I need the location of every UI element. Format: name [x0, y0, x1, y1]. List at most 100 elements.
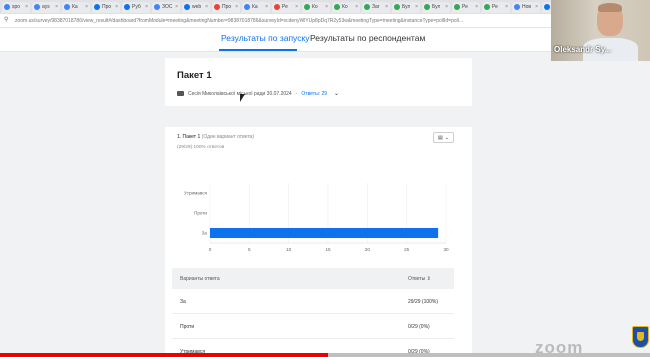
tab-title: Ко	[312, 4, 318, 10]
answers-count[interactable]: Ответы: 29	[301, 91, 327, 97]
page-title: Пакет 1	[177, 70, 212, 81]
close-icon[interactable]: ×	[175, 4, 178, 10]
tab-favicon-icon	[304, 4, 310, 10]
browser-tab[interactable]: spo ×	[2, 1, 30, 13]
question-card: 1. Пакет 1 (Один вариант ответа) (29/29)…	[165, 127, 472, 357]
tab-title: ays	[42, 4, 50, 10]
tab-title: Ре	[282, 4, 288, 10]
close-icon[interactable]: ×	[25, 4, 28, 10]
tab-favicon-icon	[454, 4, 460, 10]
close-icon[interactable]: ×	[535, 4, 538, 10]
participant-video-tile[interactable]: Oleksandr Sy...	[551, 0, 650, 61]
tab-favicon-icon	[94, 4, 100, 10]
browser-tab[interactable]: Ка ×	[242, 1, 270, 13]
tab-title: ЗОС	[162, 4, 173, 10]
close-icon[interactable]: ×	[235, 4, 238, 10]
tab-title: Бул	[432, 4, 441, 10]
x-tick-label: 5	[248, 247, 251, 252]
category-label: За	[202, 231, 208, 236]
close-icon[interactable]: ×	[415, 4, 418, 10]
browser-tab[interactable]: Ко ×	[302, 1, 330, 13]
tab-favicon-icon	[514, 4, 520, 10]
tab-favicon-icon	[214, 4, 220, 10]
browser-tab[interactable]: Бул ×	[392, 1, 420, 13]
browser-tab[interactable]: Нов ×	[512, 1, 540, 13]
browser-tab[interactable]: Ре ×	[482, 1, 510, 13]
category-label: Утримався	[184, 191, 208, 196]
close-icon[interactable]: ×	[295, 4, 298, 10]
browser-tab[interactable]: Руб ×	[122, 1, 150, 13]
session-header-card: Пакет 1 Сесія Миколаївської міської ради…	[165, 58, 472, 106]
browser-tab[interactable]: Про ×	[92, 1, 120, 13]
close-icon[interactable]: ×	[85, 4, 88, 10]
tab-results-by-respondent[interactable]: Результаты по респондентам	[310, 33, 425, 43]
tab-title: Про	[102, 4, 112, 10]
close-icon[interactable]: ×	[445, 4, 448, 10]
browser-tab[interactable]: Про ×	[212, 1, 240, 13]
browser-tab[interactable]: Ре ×	[452, 1, 480, 13]
tab-title: Нов	[522, 4, 532, 10]
tab-favicon-icon	[274, 4, 280, 10]
x-tick-label: 0	[209, 247, 212, 252]
browser-tab[interactable]: web ×	[182, 1, 210, 13]
table-row: Проти 0/29 (0%)	[172, 314, 454, 339]
browser-tab[interactable]: Ко ×	[332, 1, 360, 13]
tab-favicon-icon	[184, 4, 190, 10]
tab-title: Руб	[132, 4, 141, 10]
close-icon[interactable]: ×	[55, 4, 58, 10]
session-meta: Сесія Миколаївської міської ради 30.07.2…	[177, 90, 339, 97]
x-tick-label: 25	[404, 247, 410, 252]
browser-tab[interactable]: ЗОС ×	[152, 1, 180, 13]
tab-title: spo	[12, 4, 21, 10]
tab-favicon-icon	[4, 4, 10, 10]
close-icon[interactable]: ×	[325, 4, 328, 10]
close-icon[interactable]: ×	[205, 4, 208, 10]
tab-favicon-icon	[244, 4, 250, 10]
video-camera-icon	[177, 91, 184, 96]
row-option: За	[180, 299, 186, 305]
column-header-option: Варианты ответа	[180, 276, 220, 282]
browser-tab[interactable]: Заг ×	[362, 1, 390, 13]
tab-title: Про	[222, 4, 232, 10]
tab-title: Ре	[492, 4, 498, 10]
row-option: Проти	[180, 324, 195, 330]
x-tick-label: 20	[365, 247, 371, 252]
close-icon[interactable]: ×	[475, 4, 478, 10]
row-answers: 0/29 (0%)	[408, 324, 430, 330]
tab-favicon-icon	[484, 4, 490, 10]
table-row: За 29/29 (100%)	[172, 289, 454, 314]
tab-favicon-icon	[154, 4, 160, 10]
tab-title: Ка	[72, 4, 78, 10]
results-table-header: Варианты ответа Ответы ⇕	[172, 268, 454, 289]
tab-favicon-icon	[394, 4, 400, 10]
close-icon[interactable]: ×	[115, 4, 118, 10]
close-icon[interactable]: ×	[505, 4, 508, 10]
close-icon[interactable]: ×	[355, 4, 358, 10]
browser-tab[interactable]: Бул ×	[422, 1, 450, 13]
tab-favicon-icon	[334, 4, 340, 10]
category-label: Проти	[194, 211, 207, 216]
site-info-icon[interactable]: ⚲	[4, 17, 11, 24]
x-tick-label: 15	[325, 247, 331, 252]
chevron-down-icon[interactable]: ⌄	[334, 90, 339, 97]
survey-results-page: Результаты по запуску Результаты по респ…	[0, 28, 650, 357]
tab-title: Ка	[252, 4, 258, 10]
tab-results-by-session[interactable]: Результаты по запуску	[221, 33, 310, 43]
tab-favicon-icon	[34, 4, 40, 10]
browser-tab[interactable]: Ка ×	[62, 1, 90, 13]
tab-favicon-icon	[364, 4, 370, 10]
tab-favicon-icon	[64, 4, 70, 10]
browser-tab[interactable]: Ре ×	[272, 1, 300, 13]
playback-progress-fill[interactable]	[0, 353, 329, 357]
close-icon[interactable]: ×	[145, 4, 148, 10]
close-icon[interactable]: ×	[265, 4, 268, 10]
column-header-answers[interactable]: Ответы ⇕	[408, 276, 431, 282]
tab-title: web	[192, 4, 202, 10]
active-tab-indicator	[219, 49, 297, 51]
participant-hair	[598, 3, 622, 12]
url-text[interactable]: zoom.us/survey/98387018786/view_result#/…	[15, 18, 555, 24]
row-answers: 29/29 (100%)	[408, 299, 439, 305]
browser-tab[interactable]: ays ×	[32, 1, 60, 13]
close-icon[interactable]: ×	[385, 4, 388, 10]
participant-name: Oleksandr Sy...	[554, 45, 612, 54]
